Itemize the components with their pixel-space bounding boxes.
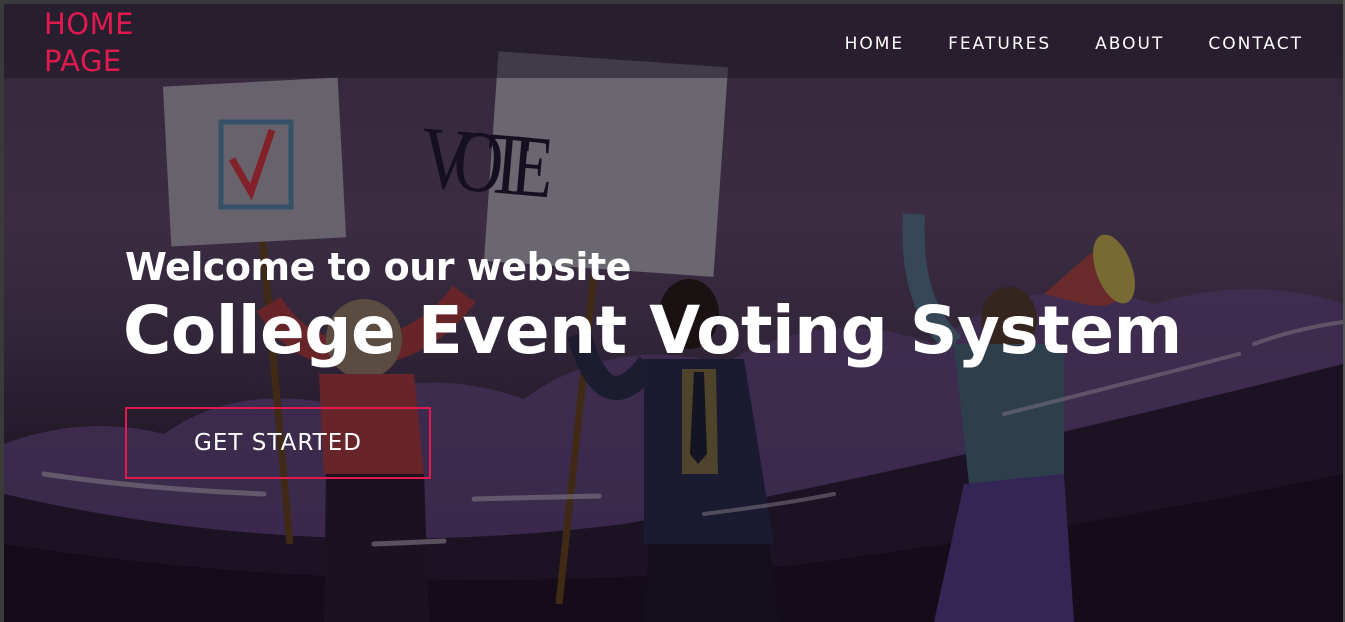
nav-item-home[interactable]: HOME xyxy=(845,34,905,54)
nav-item-contact[interactable]: CONTACT xyxy=(1208,34,1303,54)
logo-line-2: PAGE xyxy=(44,44,122,78)
nav-item-about[interactable]: ABOUT xyxy=(1095,34,1164,54)
hero-title: College Event Voting System xyxy=(123,292,1182,369)
get-started-button[interactable]: GET STARTED xyxy=(125,407,431,479)
logo-line-1: HOME xyxy=(44,7,134,41)
top-navbar: HOME PAGE HOME FEATURES ABOUT CONTACT xyxy=(4,4,1343,78)
hero-section: VOTE HOME PAGE HOME FEATURES ABOUT CONTA… xyxy=(4,4,1343,622)
browser-viewport: VOTE HOME PAGE HOME FEATURES ABOUT CONTA… xyxy=(0,0,1345,622)
site-logo[interactable]: HOME PAGE xyxy=(44,6,184,80)
nav-item-features[interactable]: FEATURES xyxy=(948,34,1051,54)
main-nav: HOME FEATURES ABOUT CONTACT xyxy=(801,34,1303,54)
hero-welcome-text: Welcome to our website xyxy=(125,245,631,289)
